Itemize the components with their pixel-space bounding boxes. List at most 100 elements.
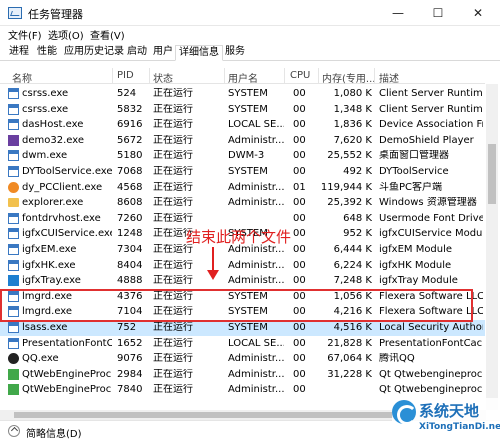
tab-users[interactable]: 用户 <box>150 45 176 61</box>
process-description: Qt Qtwebengineproce... <box>379 368 483 380</box>
tab-performance[interactable]: 性能 <box>34 45 60 61</box>
annotation-arrow-head-icon <box>207 270 219 280</box>
tab-app-history[interactable]: 应用历史记录 <box>61 45 127 61</box>
process-user: Administr... <box>228 259 284 271</box>
column-divider[interactable] <box>318 68 319 84</box>
menu-options[interactable]: 选项(O) <box>48 27 84 42</box>
column-divider[interactable] <box>112 68 113 84</box>
table-row[interactable]: igfxTray.exe 4888 正在运行 Administr... 00 7,248 … <box>0 273 485 289</box>
maximize-button[interactable]: ☐ <box>418 0 458 26</box>
minimize-button[interactable]: — <box>378 0 418 26</box>
generic-process-icon <box>8 212 19 224</box>
process-user: DWM-3 <box>228 150 265 162</box>
table-row[interactable]: lsass.exe 752 正在运行 SYSTEM 00 4,516 K Local Sec… <box>0 320 485 336</box>
tab-details[interactable]: 详细信息 <box>175 45 223 61</box>
table-row[interactable]: QQ.exe 9076 正在运行 Administr... 00 67,064 K 腾讯QQ <box>0 351 485 367</box>
column-description[interactable]: 描述 <box>379 70 479 85</box>
process-status: 正在运行 <box>153 88 193 99</box>
process-status: 正在运行 <box>153 103 193 115</box>
column-memory[interactable]: 内存(专用... <box>322 70 374 85</box>
close-button[interactable]: ✕ <box>458 0 498 26</box>
process-memory: 7,620 K <box>333 134 372 146</box>
process-description: DemoShield Player <box>379 134 474 146</box>
process-cpu: 00 <box>293 275 306 287</box>
table-row[interactable]: csrss.exe 524 正在运行 SYSTEM 00 1,080 K Client Se… <box>0 86 485 102</box>
process-description: 斗鱼PC客户端 <box>379 181 443 193</box>
menu-view[interactable]: 查看(V) <box>90 27 125 42</box>
process-pid: 5672 <box>117 134 143 146</box>
process-name: DYToolService.exe <box>22 166 112 177</box>
process-memory: 31,228 K <box>327 368 372 380</box>
process-pid: 4888 <box>117 275 143 287</box>
table-row[interactable]: dasHost.exe 6916 正在运行 LOCAL SE... 00 1,836 K D… <box>0 117 485 133</box>
generic-process-icon <box>8 337 19 349</box>
table-row[interactable]: QtWebEngineProc... 7840 正在运行 Administr... 00… <box>0 382 485 398</box>
horizontal-scroll-thumb[interactable] <box>14 412 394 418</box>
table-row[interactable]: QtWebEngineProc... 2984 正在运行 Administr... 00… <box>0 367 485 383</box>
process-cpu: 00 <box>293 384 306 396</box>
vertical-scrollbar[interactable] <box>486 84 498 410</box>
process-memory: 1,348 K <box>333 103 372 115</box>
table-row[interactable]: DYToolService.exe 7068 正在运行 SYSTEM 00 492 K DY… <box>0 164 485 180</box>
process-name: QtWebEngineProc... <box>22 368 112 380</box>
process-memory: 1,836 K <box>333 119 372 131</box>
tab-startup[interactable]: 启动 <box>124 45 150 61</box>
process-status: 正在运行 <box>153 134 193 146</box>
column-divider[interactable] <box>224 68 225 84</box>
qq-icon <box>8 353 19 365</box>
title-bar: 任务管理器 — ☐ ✕ <box>0 0 500 26</box>
qt-icon <box>8 384 19 396</box>
column-name[interactable]: 名称 <box>12 70 108 85</box>
process-cpu: 00 <box>293 150 306 162</box>
column-divider[interactable] <box>149 68 150 84</box>
process-status: 正在运行 <box>153 119 193 131</box>
process-cpu: 00 <box>293 337 306 349</box>
menu-file[interactable]: 文件(F) <box>8 27 42 42</box>
process-name: fontdrvhost.exe <box>22 212 101 224</box>
fewer-details-link[interactable]: 简略信息(D) <box>26 425 82 440</box>
table-row[interactable]: igfxHK.exe 8404 正在运行 Administr... 00 6,224 Ki… <box>0 258 485 274</box>
column-status[interactable]: 状态 <box>153 70 221 85</box>
process-pid: 8608 <box>117 197 143 209</box>
process-cpu: 00 <box>293 259 306 271</box>
process-memory: 25,392 K <box>327 197 372 209</box>
process-cpu: 00 <box>293 103 306 115</box>
process-pid: 7068 <box>117 166 143 177</box>
process-description: 腾讯QQ <box>379 353 415 365</box>
process-name: dwm.exe <box>22 150 68 162</box>
process-pid: 6916 <box>117 119 143 131</box>
column-divider[interactable] <box>284 68 285 84</box>
process-name: lsass.exe <box>22 322 68 333</box>
column-divider[interactable] <box>374 68 375 84</box>
process-description: igfxCUIService Module <box>379 228 483 240</box>
process-cpu: 00 <box>293 228 306 240</box>
table-row[interactable]: dwm.exe 5180 正在运行 DWM-3 00 25,552 K 桌面窗口管理器 <box>0 148 485 164</box>
process-description: igfxHK Module <box>379 259 452 271</box>
table-row[interactable]: explorer.exe 8608 正在运行 Administr... 00 25,392… <box>0 195 485 211</box>
douyu-icon <box>8 181 19 193</box>
tab-processes[interactable]: 进程 <box>6 45 32 61</box>
table-row[interactable]: PresentationFontC... 1652 正在运行 LOCAL SE... 0… <box>0 336 485 352</box>
process-status: 正在运行 <box>153 384 193 396</box>
table-row[interactable]: fontdrvhost.exe 7260 正在运行 00 648 K Usermode F… <box>0 211 485 227</box>
process-user: LOCAL SE... <box>228 337 284 349</box>
generic-process-icon <box>8 103 19 115</box>
generic-process-icon <box>8 244 19 255</box>
process-memory: 21,828 K <box>327 337 372 349</box>
process-status: 正在运行 <box>153 337 193 349</box>
column-cpu[interactable]: CPU <box>290 70 316 81</box>
column-user[interactable]: 用户名 <box>228 70 280 85</box>
collapse-up-icon[interactable] <box>8 425 20 437</box>
process-name: explorer.exe <box>22 197 84 209</box>
table-row[interactable]: csrss.exe 5832 正在运行 SYSTEM 00 1,348 K Client S… <box>0 102 485 118</box>
annotation-arrow-shaft <box>212 247 214 271</box>
column-pid[interactable]: PID <box>117 70 147 81</box>
tab-services[interactable]: 服务 <box>222 45 248 61</box>
table-row[interactable]: demo32.exe 5672 正在运行 Administr... 00 7,620 K D… <box>0 133 485 149</box>
vertical-scroll-thumb[interactable] <box>488 144 496 204</box>
process-memory: 119,944 K <box>320 181 372 193</box>
process-user: Administr... <box>228 181 284 193</box>
table-row[interactable]: dy_PCClient.exe 4568 正在运行 Administr... 01 119… <box>0 180 485 196</box>
process-status: 正在运行 <box>153 353 193 365</box>
generic-process-icon <box>8 166 19 177</box>
